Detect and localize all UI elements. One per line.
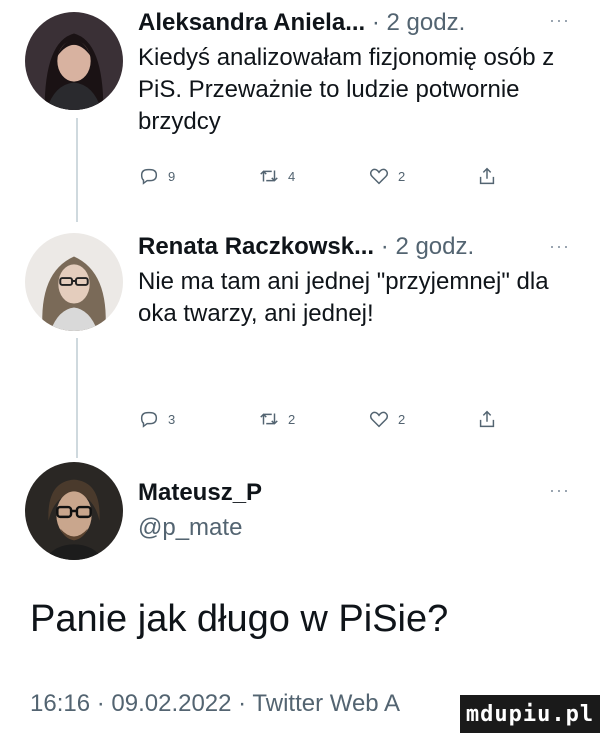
site-watermark: mdupiu.pl [460,695,600,733]
reply-count: 3 [168,411,176,427]
tweet-text: Kiedyś analizowałam fizjonomię osób z Pi… [138,44,555,135]
avatar[interactable] [25,12,123,110]
author-handle[interactable]: @p_mate [138,514,242,542]
thread-line [76,118,78,222]
tweet-text: Panie jak długo w PiSie? [30,598,449,640]
avatar[interactable] [25,462,123,560]
share-button[interactable] [476,162,506,190]
retweet-count: 2 [288,411,296,427]
like-icon [369,411,389,428]
share-button[interactable] [476,405,506,433]
author-name[interactable]: Mateusz_P [138,479,262,506]
tweet-header: Renata Raczkowsk... · 2 godz. [138,232,474,262]
tweet-header: Aleksandra Aniela... · 2 godz. [138,8,465,38]
retweet-icon [260,413,278,425]
retweet-button[interactable]: 4 [258,162,295,190]
reply-button[interactable]: 3 [138,405,175,433]
tweet-time[interactable]: · 2 godz. [372,9,465,36]
retweet-button[interactable]: 2 [258,405,295,433]
more-options-icon[interactable]: ··· [549,480,570,501]
tweet-timestamp[interactable]: 16:16 · 09.02.2022 · Twitter Web A [30,690,400,718]
share-icon [479,167,495,185]
tweet-time[interactable]: · 2 godz. [381,233,474,260]
avatar[interactable] [25,233,123,331]
tweet-text: Nie ma tam ani jednej "przyjemnej" dla o… [138,268,549,327]
author-name[interactable]: Renata Raczkowsk... [138,233,374,260]
more-options-icon[interactable]: ··· [549,236,570,257]
reply-icon [140,411,158,428]
thread-line [76,338,78,458]
reply-count: 9 [168,168,176,184]
author-name[interactable]: Aleksandra Aniela... [138,9,365,36]
reply-button[interactable]: 9 [138,162,175,190]
reply-icon [140,168,158,185]
retweet-icon [260,170,278,182]
like-count: 2 [398,411,406,427]
tweet-actions: 9 4 2 [138,162,568,190]
like-button[interactable]: 2 [368,162,405,190]
like-button[interactable]: 2 [368,405,405,433]
more-options-icon[interactable]: ··· [549,10,570,31]
share-icon [479,410,495,428]
tweet-actions: 3 2 2 [138,405,568,433]
like-count: 2 [398,168,406,184]
like-icon [369,168,389,185]
retweet-count: 4 [288,168,296,184]
tweet-header: Mateusz_P [138,478,262,508]
